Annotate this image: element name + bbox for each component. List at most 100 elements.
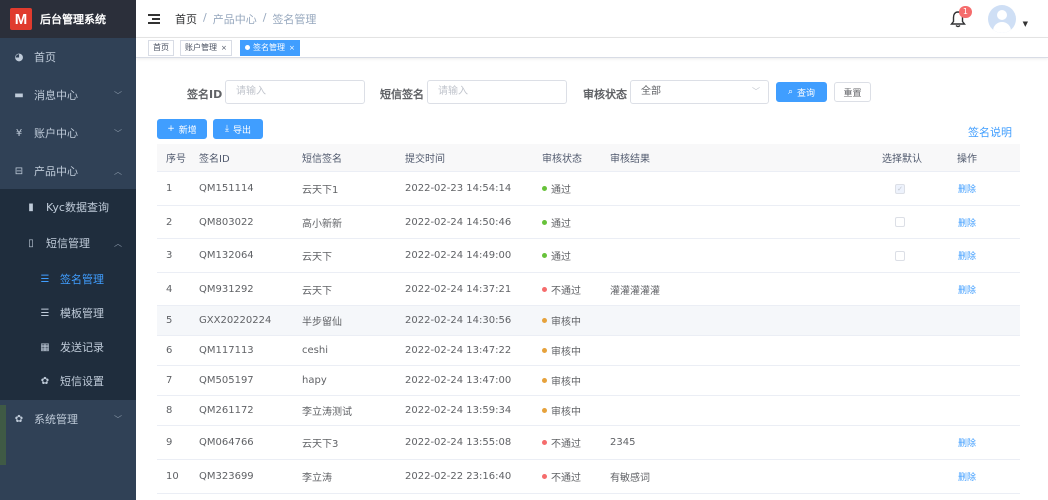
signature-help-link[interactable]: 签名说明 <box>968 124 1012 140</box>
delete-link[interactable]: 删除 <box>958 283 976 296</box>
cell-review-status: 通过 <box>542 206 571 238</box>
notification-badge: 1 <box>958 6 972 18</box>
cell-submit-time: 2022-02-24 14:30:56 <box>405 315 512 326</box>
sidebar-item-kyc[interactable]: ▮ Kyc数据查询 <box>0 189 136 225</box>
cell-review-status: 审核中 <box>542 396 581 425</box>
table-row: 4 QM931292 云天下 2022-02-24 14:37:21 不通过 灌灌灌灌灌 删… <box>157 273 1020 306</box>
status-text: 通过 <box>551 252 571 263</box>
cell-index: 3 <box>166 250 173 261</box>
default-checkbox[interactable] <box>895 217 905 227</box>
sidebar-item-send-log[interactable]: ▦ 发送记录 <box>0 330 136 364</box>
sidebar-item-signature[interactable]: ☰ 签名管理 <box>0 262 136 296</box>
sidebar-item-label: 发送记录 <box>60 341 104 354</box>
status-text: 不通过 <box>551 473 581 484</box>
chevron-up-icon: ︿ <box>114 166 122 176</box>
status-dot-icon <box>542 219 547 225</box>
cell-submit-time: 2022-02-22 23:16:40 <box>405 471 512 482</box>
tags-bar: 首页 账户管理 × 签名管理 × <box>136 38 1048 58</box>
delete-link[interactable]: 删除 <box>958 182 976 195</box>
breadcrumb-separator: / <box>203 10 207 24</box>
signature-id-input[interactable]: 请输入 <box>225 80 365 104</box>
default-checkbox[interactable] <box>895 250 905 261</box>
tab-signature-management[interactable]: 签名管理 × <box>240 40 300 56</box>
reset-button[interactable]: 重置 <box>834 82 871 102</box>
sidebar-item-label: 模板管理 <box>60 307 104 320</box>
status-dot-icon <box>542 253 547 258</box>
logo-icon: M <box>10 8 32 30</box>
tab-home[interactable]: 首页 <box>148 40 174 56</box>
status-text: 通过 <box>551 218 571 230</box>
cell-sms-signature: 云天下1 <box>302 185 339 196</box>
status-dot-icon <box>542 186 547 191</box>
avatar[interactable] <box>988 5 1016 33</box>
sidebar-item-system[interactable]: ✿ 系统管理 ﹀ <box>0 400 136 438</box>
query-button[interactable]: ⌕ 查询 <box>776 82 827 102</box>
status-text: 审核中 <box>551 377 581 388</box>
cell-review-status: 不通过 <box>542 273 581 305</box>
column-header: 提交时间 <box>405 154 445 165</box>
cell-signature-id: QM931292 <box>199 283 254 295</box>
review-status-select[interactable]: 全部 ﹀ <box>630 80 769 104</box>
delete-link[interactable]: 删除 <box>958 436 976 449</box>
cell-action: 删除 <box>958 460 976 493</box>
default-checkbox[interactable]: ✓ <box>895 183 905 194</box>
status-text: 审核中 <box>551 407 581 418</box>
sidebar-item-label: 首页 <box>34 51 56 64</box>
table-row: 8 QM261172 李立涛测试 2022-02-24 13:59:34 审核中 <box>157 396 1020 426</box>
add-button[interactable]: + 新增 <box>157 119 207 139</box>
export-button[interactable]: ⤓ 导出 <box>213 119 263 139</box>
column-header: 短信签名 <box>302 154 342 165</box>
cell-sms-signature: ceshi <box>302 345 328 356</box>
table-body: 1 QM151114 云天下1 2022-02-23 14:54:14 通过 ✓ 删除 2 QM… <box>157 172 1020 494</box>
status-dot-icon <box>542 440 547 445</box>
hamburger-icon[interactable] <box>148 13 160 24</box>
sidebar-item-template[interactable]: ☰ 模板管理 <box>0 296 136 330</box>
close-icon[interactable]: × <box>221 44 227 52</box>
cell-default <box>895 239 905 272</box>
cell-index: 1 <box>166 183 173 194</box>
delete-link[interactable]: 删除 <box>958 249 976 262</box>
sidebar-item-product[interactable]: ⊟ 产品中心 ︿ <box>0 152 136 190</box>
close-icon[interactable]: × <box>289 44 295 52</box>
delete-link[interactable]: 删除 <box>958 216 976 229</box>
breadcrumb-home[interactable]: 首页 <box>175 11 197 27</box>
cell-sms-signature: 云天下 <box>302 252 332 263</box>
signature-table: 序号 签名ID 短信签名 提交时间 审核状态 审核结果 选择默认 操作 1 QM1… <box>157 144 1020 494</box>
sidebar-item-label: 账户中心 <box>34 127 78 140</box>
status-dot-icon <box>542 474 547 479</box>
sidebar-item-sms[interactable]: ▯ 短信管理 ︿ <box>0 225 136 261</box>
yen-icon: ¥ <box>15 127 23 139</box>
review-status-value: 全部 <box>641 86 661 97</box>
table-row: 9 QM064766 云天下3 2022-02-24 13:55:08 不通过 2345 删… <box>157 426 1020 460</box>
status-dot-icon <box>542 318 547 323</box>
tab-account-management[interactable]: 账户管理 × <box>180 40 232 56</box>
cell-signature-id: QM151114 <box>199 183 254 194</box>
sidebar-item-sms-settings[interactable]: ✿ 短信设置 <box>0 364 136 398</box>
cell-submit-time: 2022-02-24 14:49:00 <box>405 250 512 261</box>
sidebar-item-label: 消息中心 <box>34 89 78 102</box>
sidebar-item-messages[interactable]: ▬ 消息中心 ﹀ <box>0 76 136 114</box>
grid-icon: ▦ <box>40 341 50 353</box>
sms-signature-label: 短信签名 <box>380 88 424 101</box>
caret-down-icon[interactable]: ▼ <box>1023 20 1028 28</box>
chevron-down-icon: ﹀ <box>752 87 760 96</box>
sidebar-item-home[interactable]: ◕ 首页 <box>0 38 136 76</box>
cell-index: 10 <box>166 471 179 482</box>
table-row: 1 QM151114 云天下1 2022-02-23 14:54:14 通过 ✓ 删除 <box>157 172 1020 206</box>
dashboard-icon: ◕ <box>14 51 24 63</box>
cell-submit-time: 2022-02-24 13:59:34 <box>405 405 512 416</box>
column-header: 操作 <box>957 154 977 165</box>
cell-action: 删除 <box>958 426 976 459</box>
cell-review-result: 灌灌灌灌灌 <box>610 285 660 297</box>
sidebar-item-label: Kyc数据查询 <box>46 201 109 214</box>
cell-default <box>895 206 905 238</box>
sms-signature-input[interactable]: 请输入 <box>427 80 567 104</box>
cell-review-result: 有敏感词 <box>610 473 650 484</box>
column-header: 选择默认 <box>882 154 922 165</box>
list-icon: ☰ <box>40 273 50 285</box>
cell-signature-id: QM803022 <box>199 216 254 228</box>
cell-review-status: 不通过 <box>542 460 581 493</box>
sidebar-item-account[interactable]: ¥ 账户中心 ﹀ <box>0 114 136 152</box>
delete-link[interactable]: 删除 <box>958 470 976 483</box>
message-icon: ▬ <box>14 89 24 101</box>
